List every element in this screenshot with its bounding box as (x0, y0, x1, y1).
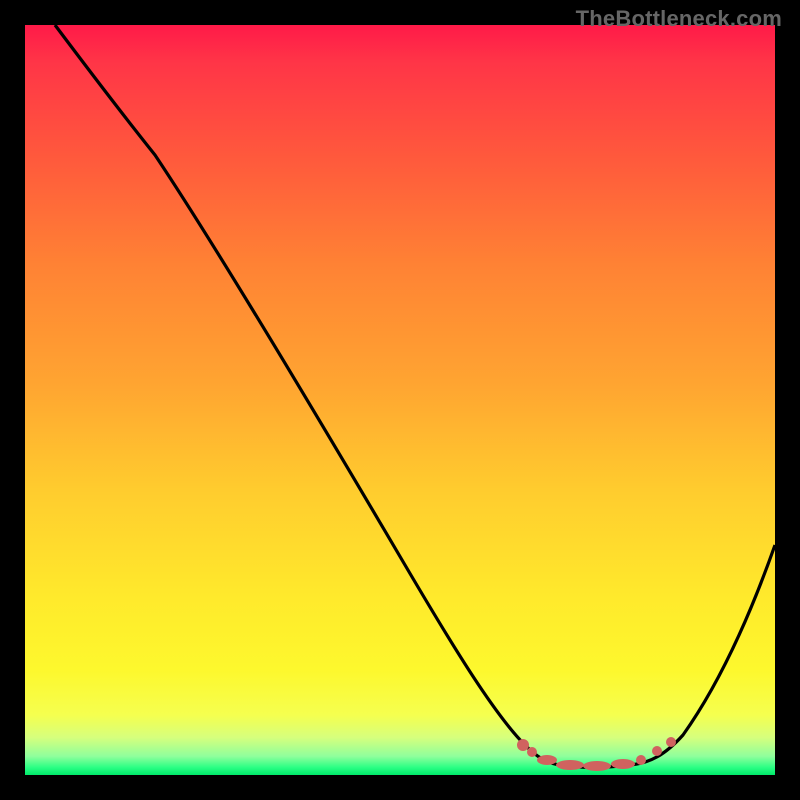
watermark-text: TheBottleneck.com (576, 6, 782, 32)
bottleneck-curve (55, 25, 775, 767)
chart-container: TheBottleneck.com (0, 0, 800, 800)
curve-layer (25, 25, 775, 775)
flat-region-markers (517, 737, 676, 771)
